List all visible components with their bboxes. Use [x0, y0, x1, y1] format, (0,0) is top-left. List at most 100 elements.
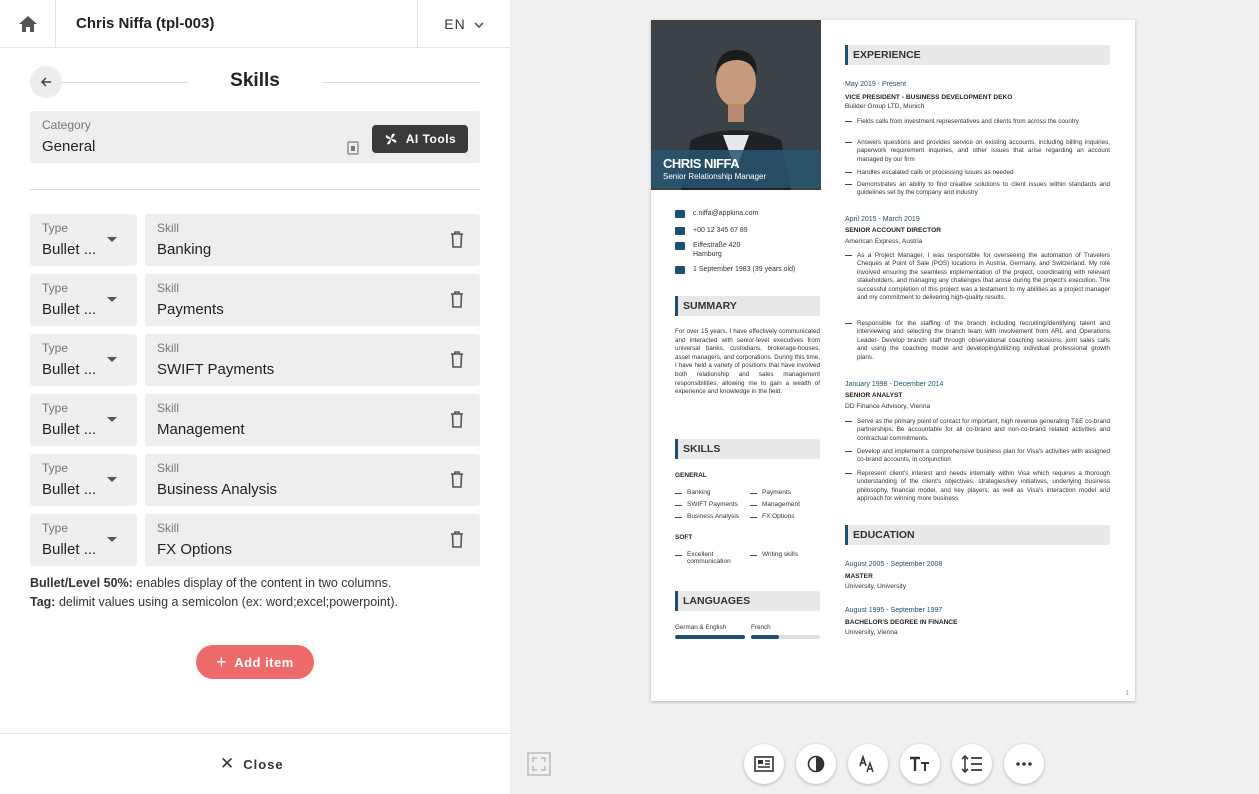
caret-down-icon: [107, 297, 117, 302]
line-spacing-button[interactable]: [952, 744, 992, 784]
contact-phone: +00 12 345 67 89: [675, 227, 748, 235]
layout-icon: [754, 756, 774, 772]
contrast-button[interactable]: [796, 744, 836, 784]
caret-down-icon: [107, 417, 117, 422]
skill-value: Payments: [157, 301, 224, 318]
font-button[interactable]: [848, 744, 888, 784]
cv-edu-title: MASTER: [845, 573, 873, 580]
type-label: Type: [42, 281, 69, 295]
type-label: Type: [42, 461, 69, 475]
ai-tools-label: AI Tools: [405, 132, 457, 146]
skill-label: Skill: [157, 401, 180, 415]
type-select[interactable]: Type Bullet ...: [30, 274, 137, 326]
category-label: Category: [42, 118, 91, 132]
language-level-fill: [675, 635, 745, 639]
back-button[interactable]: [30, 66, 62, 98]
fit-screen-icon[interactable]: [527, 752, 551, 776]
skill-field[interactable]: Skill FX Options: [145, 514, 480, 566]
bottom-bar: ✕ Close: [0, 733, 510, 794]
cv-languages-heading: LANGUAGES: [675, 591, 820, 611]
note-tag-label: Tag:: [30, 595, 56, 609]
fan-icon: [385, 133, 397, 145]
note-bullet-text: enables display of the content in two co…: [132, 576, 392, 590]
clipboard-icon[interactable]: [347, 140, 359, 155]
caret-down-icon: [107, 237, 117, 242]
skill-field[interactable]: Skill SWIFT Payments: [145, 334, 480, 386]
skill-value: SWIFT Payments: [157, 361, 275, 378]
cv-skill: Writing skills: [750, 551, 798, 558]
cv-job-bullet: Fields calls from investment representat…: [845, 118, 1110, 126]
type-label: Type: [42, 221, 69, 235]
contact-birthday-text: 1 September 1983 (39 years old): [693, 266, 796, 273]
language-level-bar: [675, 635, 745, 639]
cv-skill: SWIFT Payments: [675, 501, 738, 508]
cv-job-org: Builder Group LTD, Munich: [845, 103, 925, 110]
skill-field[interactable]: Skill Banking: [145, 214, 480, 266]
trash-icon[interactable]: [450, 290, 464, 308]
add-item-button[interactable]: + Add item: [196, 645, 314, 679]
skill-field[interactable]: Skill Payments: [145, 274, 480, 326]
cake-icon: [675, 266, 685, 274]
trash-icon[interactable]: [450, 230, 464, 248]
more-icon: [1016, 762, 1032, 766]
skill-value: FX Options: [157, 541, 233, 558]
trash-icon[interactable]: [450, 470, 464, 488]
email-icon: [675, 210, 685, 218]
close-icon: ✕: [220, 754, 236, 773]
trash-icon[interactable]: [450, 350, 464, 368]
divider: [30, 189, 480, 190]
cv-job-bullet: Demonstrates an ability to find creative…: [845, 181, 1110, 198]
cv-edu-org: University, University: [845, 583, 907, 590]
cv-job-org: American Express, Austria: [845, 238, 923, 245]
cv-job-title: SENIOR ACCOUNT DIRECTOR: [845, 227, 941, 234]
type-select[interactable]: Type Bullet ...: [30, 394, 137, 446]
add-item-label: Add item: [234, 654, 294, 670]
cv-experience-heading: EXPERIENCE: [845, 45, 1110, 65]
cv-job-title: VICE PRESIDENT - BUSINESS DEVELOPMENT DE…: [845, 94, 1013, 101]
home-icon: [18, 16, 37, 32]
cv-job-bullet: As a Project Manager, I was responsible …: [845, 252, 1110, 302]
language-level-bar: [751, 635, 820, 639]
contact-email-text: c.niffa@appkina.com: [693, 210, 759, 217]
skill-label: Skill: [157, 221, 180, 235]
skill-value: Management: [157, 421, 245, 438]
ai-tools-button[interactable]: AI Tools: [372, 125, 468, 153]
text-size-button[interactable]: [900, 744, 940, 784]
note-bullet-label: Bullet/Level 50%:: [30, 576, 133, 590]
type-select[interactable]: Type Bullet ...: [30, 214, 137, 266]
editor-panel: Chris Niffa (tpl-003) EN Skills Category…: [0, 0, 510, 794]
close-label: Close: [243, 756, 284, 772]
type-value: Bullet ...: [42, 541, 97, 558]
cv-skill: Business Analysis: [675, 513, 739, 520]
contact-city: Hamburg: [693, 250, 722, 258]
type-select[interactable]: Type Bullet ...: [30, 334, 137, 386]
skill-field[interactable]: Skill Business Analysis: [145, 454, 480, 506]
skill-field[interactable]: Skill Management: [145, 394, 480, 446]
phone-icon: [675, 227, 685, 235]
layout-button[interactable]: [744, 744, 784, 784]
type-value: Bullet ...: [42, 241, 97, 258]
home-button[interactable]: [0, 0, 56, 48]
type-select[interactable]: Type Bullet ...: [30, 454, 137, 506]
cv-edu-date: August 1995 - September 1997: [845, 607, 943, 614]
page-number: 1: [1125, 690, 1129, 697]
cv-job-org: DD Finance Advisory, Vienna: [845, 403, 931, 410]
language-label: EN: [444, 16, 466, 32]
type-select[interactable]: Type Bullet ...: [30, 514, 137, 566]
skill-value: Banking: [157, 241, 212, 258]
cv-job-date: April 2015 - March 2019: [845, 216, 920, 223]
trash-icon[interactable]: [450, 530, 464, 548]
cv-summary-heading: SUMMARY: [675, 296, 820, 316]
language-selector[interactable]: EN: [417, 0, 510, 48]
trash-icon[interactable]: [450, 410, 464, 428]
skill-label: Skill: [157, 461, 180, 475]
cv-job-bullet: Handles escalated calls or processing is…: [845, 169, 1110, 177]
contrast-icon: [807, 755, 825, 773]
skill-label: Skill: [157, 281, 180, 295]
more-button[interactable]: [1004, 744, 1044, 784]
contact-street: Eiffestraße 420: [693, 242, 741, 249]
cv-job-bullet: Serve as the primary point of contact fo…: [845, 418, 1110, 443]
contact-birthday: 1 September 1983 (39 years old): [675, 266, 795, 274]
close-button[interactable]: ✕ Close: [220, 754, 284, 774]
contact-address: Eiffestraße 420 Hamburg: [675, 242, 740, 259]
